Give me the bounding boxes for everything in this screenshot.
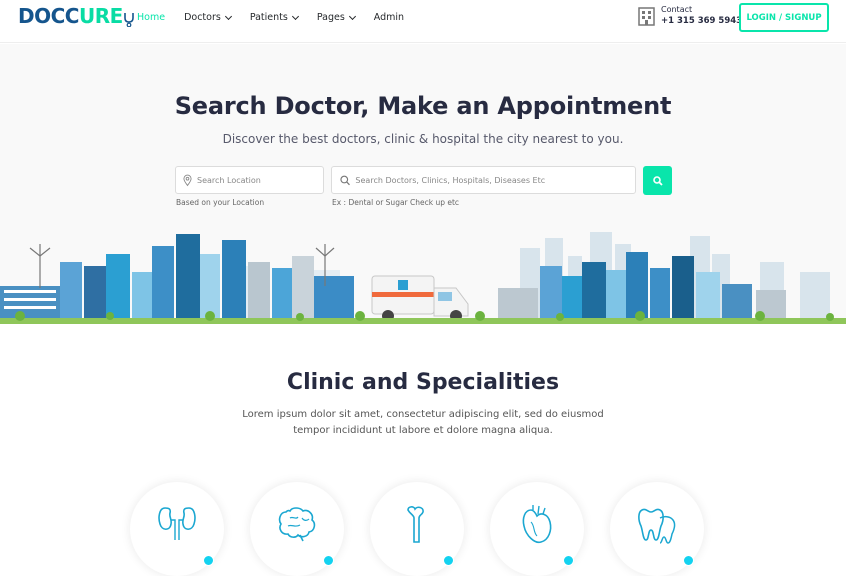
speciality-dot (323, 555, 334, 566)
stethoscope-icon (123, 13, 134, 27)
nav-patients-label: Patients (249, 12, 288, 23)
bone-icon (407, 506, 424, 543)
search-hint: Ex : Dental or Sugar Check up etc (332, 198, 460, 207)
search-icon (652, 175, 663, 186)
contact-label: Contact (661, 5, 693, 14)
chevron-down-icon (224, 12, 232, 20)
kidney-icon (158, 507, 196, 540)
city-skyline-illustration (0, 232, 846, 324)
speciality-dot (563, 555, 574, 566)
specialities-description: Lorem ipsum dolor sit amet, consectetur … (0, 407, 846, 439)
doctor-search-field[interactable] (331, 166, 636, 194)
nav-admin[interactable]: Admin (374, 12, 404, 23)
search-button[interactable] (643, 166, 672, 195)
main-nav: Home Doctors Patients Pages Admin (137, 12, 423, 23)
location-search-field[interactable] (175, 166, 324, 194)
login-signup-button[interactable]: LOGIN / SIGNUP (739, 3, 829, 32)
logo-text-doc: DOCC (18, 4, 79, 28)
hero-section: Search Doctor, Make an Appointment Disco… (0, 44, 846, 324)
speciality-dot (203, 555, 214, 566)
location-input[interactable] (197, 175, 323, 185)
speciality-item[interactable] (610, 482, 704, 576)
nav-patients[interactable]: Patients (249, 12, 299, 23)
speciality-item[interactable] (250, 482, 344, 576)
doctor-search-input[interactable] (355, 175, 635, 185)
location-hint: Based on your Location (176, 198, 265, 207)
chevron-down-icon (348, 12, 356, 20)
search-icon (340, 175, 350, 185)
tooth-icon (638, 508, 676, 544)
nav-doctors[interactable]: Doctors (184, 12, 232, 23)
header-contact: Contact +1 315 369 5943 (638, 5, 742, 26)
hero-title: Search Doctor, Make an Appointment (174, 92, 672, 120)
site-header: DOCC URE Home Doctors Patients Pages Admi… (0, 0, 846, 43)
nav-pages-label: Pages (316, 12, 345, 23)
hero-subtitle: Discover the best doctors, clinic & hosp… (222, 132, 624, 146)
speciality-dot (683, 555, 694, 566)
nav-admin-label: Admin (373, 12, 405, 23)
chevron-down-icon (291, 12, 299, 20)
speciality-item[interactable] (370, 482, 464, 576)
speciality-dot (443, 555, 454, 566)
map-pin-icon (183, 174, 192, 186)
specialities-title: Clinic and Specialities (286, 370, 560, 395)
nav-doctors-label: Doctors (184, 12, 221, 23)
nav-pages[interactable]: Pages (316, 12, 356, 23)
contact-phone[interactable]: +1 315 369 5943 (661, 16, 742, 26)
desc-line-1: Lorem ipsum dolor sit amet, consectetur … (242, 409, 604, 420)
nav-home[interactable]: Home (137, 12, 165, 23)
logo-text-cure: URE (78, 4, 123, 28)
heart-icon (522, 505, 552, 544)
logo[interactable]: DOCC URE (18, 4, 134, 28)
brain-icon (278, 507, 316, 542)
specialities-list (0, 482, 846, 576)
hospital-building-icon (638, 6, 655, 26)
speciality-item[interactable] (130, 482, 224, 576)
speciality-item[interactable] (490, 482, 584, 576)
nav-home-label: Home (137, 12, 166, 23)
desc-line-2: tempor incididunt ut labore et dolore ma… (293, 425, 553, 436)
